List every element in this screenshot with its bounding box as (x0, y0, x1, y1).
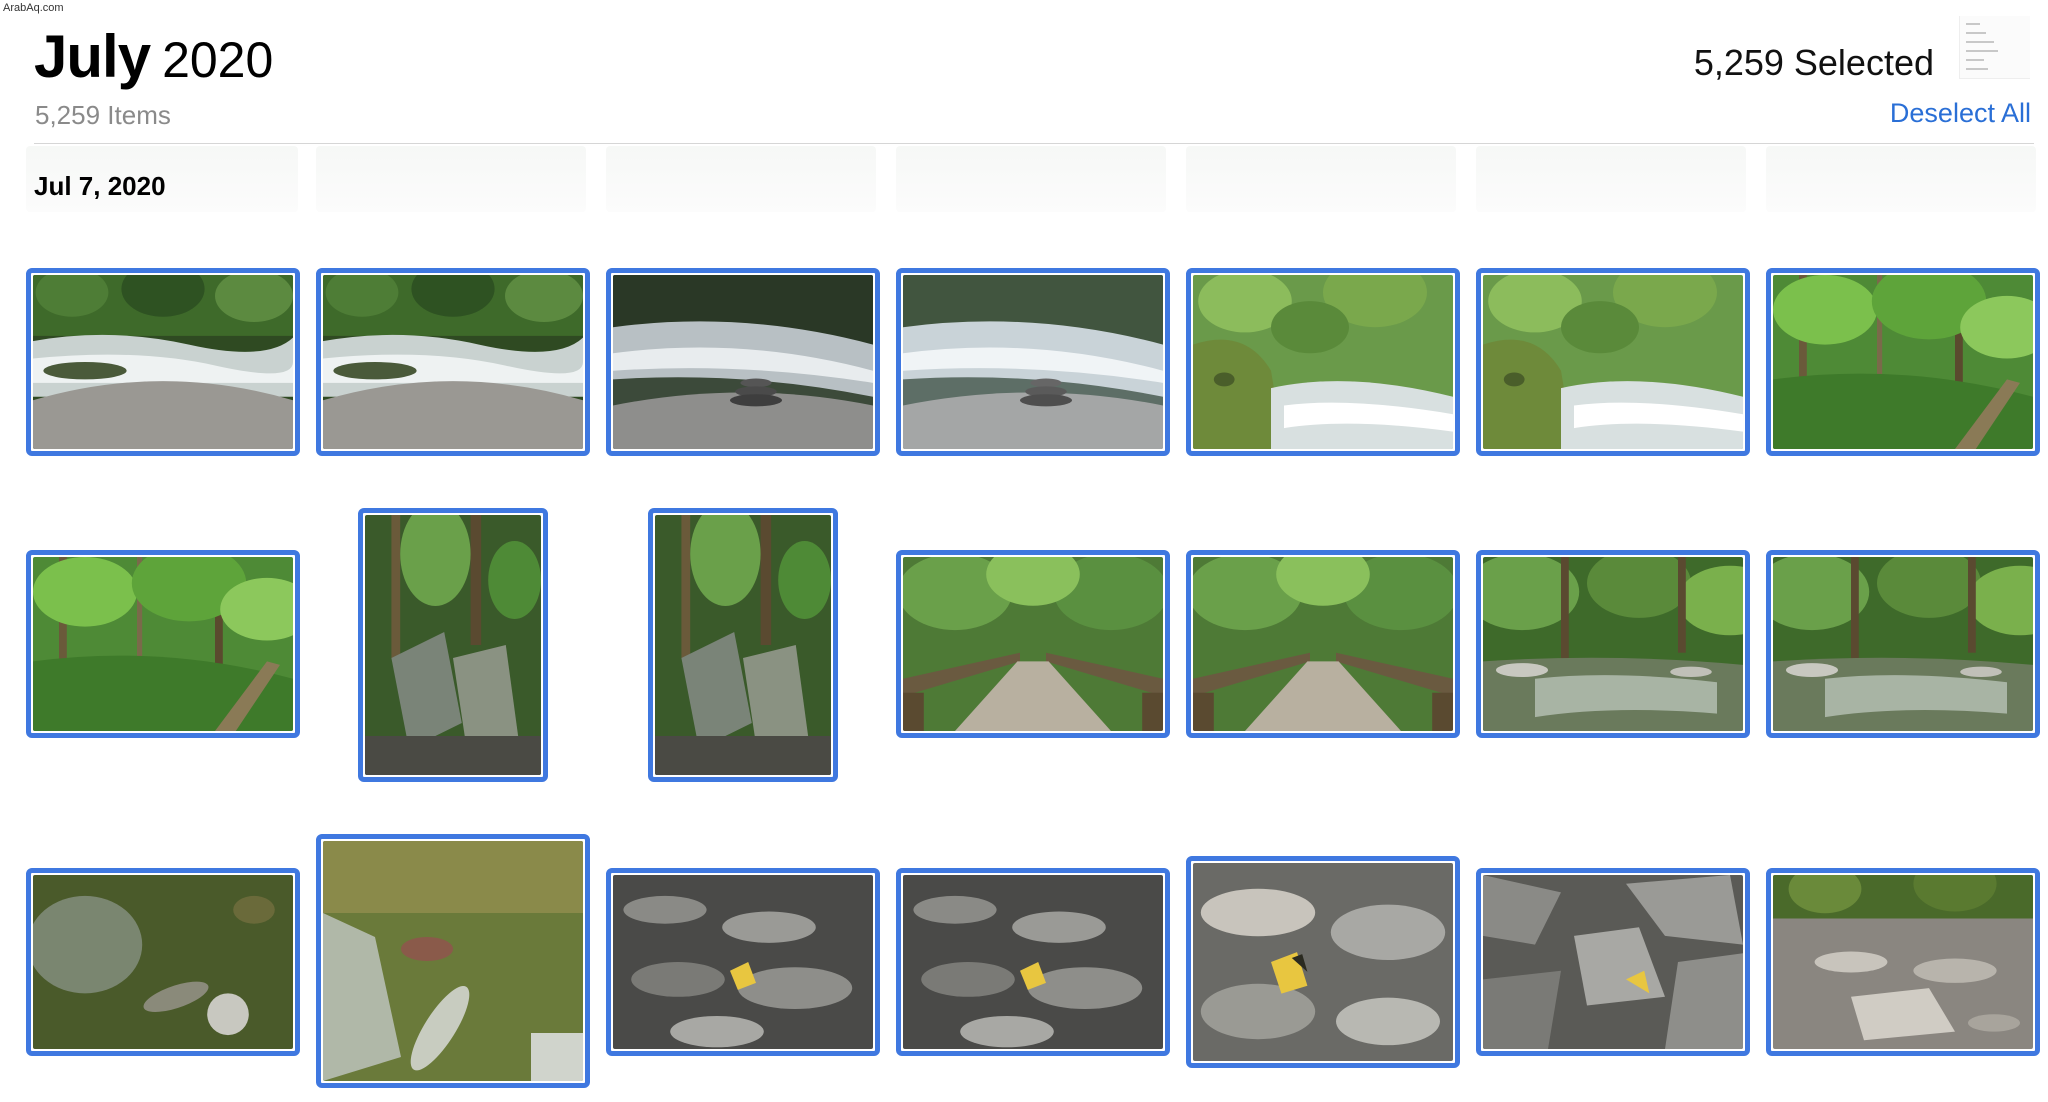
photo-image (903, 275, 1163, 449)
item-count: 5,259 Items (35, 100, 171, 130)
photo-thumbnail[interactable] (1476, 268, 1750, 456)
photo-thumbnail[interactable] (896, 268, 1170, 456)
photo-thumbnail[interactable] (1766, 550, 2040, 738)
photo-thumbnail[interactable] (1186, 550, 1460, 738)
photo-thumbnail[interactable] (648, 508, 838, 782)
photo-thumbnail[interactable] (358, 508, 548, 782)
photo-thumbnail[interactable] (316, 268, 590, 456)
header-divider (34, 143, 2034, 144)
photo-image (323, 841, 583, 1081)
photo-image (613, 875, 873, 1049)
photo-thumbnail[interactable] (606, 268, 880, 456)
photo-image (1193, 557, 1453, 731)
scrolled-under-thumbnails (26, 146, 2042, 214)
section-date-header: Jul 7, 2020 (34, 171, 166, 201)
photo-image (613, 275, 873, 449)
photo-thumbnail[interactable] (1186, 268, 1460, 456)
photo-image (1483, 275, 1743, 449)
photo-image (365, 515, 541, 775)
photo-thumbnail[interactable] (316, 834, 590, 1088)
deselect-all-button[interactable]: Deselect All (1890, 98, 2031, 129)
photo-thumbnail[interactable] (1766, 268, 2040, 456)
photo-thumbnail[interactable] (26, 268, 300, 456)
photo-image (903, 875, 1163, 1049)
photo-image (655, 515, 831, 775)
selected-count: 5,259 Selected (1693, 42, 1934, 83)
watermark-text: ArabAq.com (3, 2, 64, 14)
photo-thumbnail[interactable] (896, 868, 1170, 1056)
page-title: July 2020 (34, 22, 273, 91)
photo-image (1773, 875, 2033, 1049)
photo-image (1193, 863, 1453, 1061)
photo-image (1773, 557, 2033, 731)
photo-thumbnail[interactable] (1766, 868, 2040, 1056)
photo-image (33, 275, 293, 449)
photo-thumbnail[interactable] (1186, 856, 1460, 1068)
thumbnail-preview-panel (1959, 16, 2030, 79)
title-month: July (34, 23, 151, 90)
photo-thumbnail[interactable] (896, 550, 1170, 738)
photo-thumbnail[interactable] (1476, 550, 1750, 738)
photo-image (1193, 275, 1453, 449)
photo-thumbnail[interactable] (26, 550, 300, 738)
photo-thumbnail[interactable] (1476, 868, 1750, 1056)
photo-thumbnail[interactable] (606, 868, 880, 1056)
photo-image (33, 557, 293, 731)
title-year: 2020 (162, 32, 274, 88)
photo-image (1773, 275, 2033, 449)
photo-image (1483, 557, 1743, 731)
photo-image (903, 557, 1163, 731)
photo-image (33, 875, 293, 1049)
photo-image (1483, 875, 1743, 1049)
photo-image (323, 275, 583, 449)
photo-thumbnail[interactable] (26, 868, 300, 1056)
